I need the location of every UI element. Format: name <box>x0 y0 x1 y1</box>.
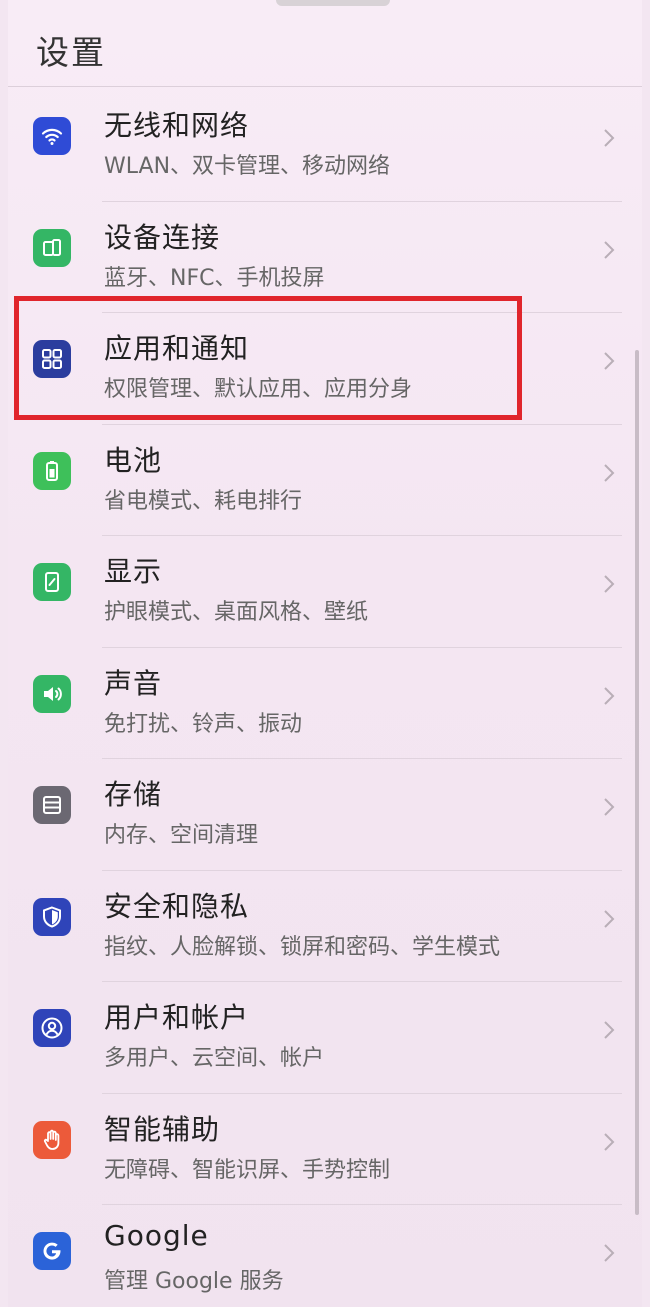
chevron-right-icon <box>604 909 615 928</box>
settings-item-apps-notifications[interactable]: 应用和通知 权限管理、默认应用、应用分身 <box>8 313 642 425</box>
hand-icon <box>33 1120 71 1159</box>
chevron-right-icon <box>604 352 615 370</box>
settings-item-title: 显示 <box>104 555 163 588</box>
chevron-right-icon <box>604 240 615 259</box>
chevron-right-icon <box>604 463 615 482</box>
settings-item-display[interactable]: 显示 护眼模式、桌面风格、壁纸 <box>8 536 642 648</box>
settings-item-battery[interactable]: 电池 省电模式、耗电排行 <box>8 425 642 537</box>
storage-icon <box>33 786 71 824</box>
settings-item-google[interactable]: Google 管理 Google 服务 <box>8 1205 642 1307</box>
settings-item-title: 设备连接 <box>104 220 221 254</box>
header-divider <box>8 86 642 87</box>
settings-item-title: 声音 <box>104 666 163 700</box>
settings-item-device-connection[interactable]: 设备连接 蓝牙、NFC、手机投屏 <box>8 202 642 314</box>
wifi-icon <box>33 117 71 155</box>
settings-item-subtitle: 指纹、人脸解锁、锁屏和密码、学生模式 <box>104 934 501 960</box>
settings-item-sound[interactable]: 声音 免打扰、铃声、振动 <box>8 648 642 760</box>
settings-item-smart-assistance[interactable]: 智能辅助 无障碍、智能识屏、手势控制 <box>8 1094 642 1206</box>
display-icon <box>33 563 71 601</box>
chevron-right-icon <box>604 1021 615 1039</box>
google-icon <box>33 1232 71 1270</box>
device-connection-icon <box>33 228 71 267</box>
settings-list: 无线和网络 WLAN、双卡管理、移动网络 设备连接 蓝牙、NFC、手机投屏 应用… <box>8 90 642 1307</box>
chevron-right-icon <box>604 686 615 705</box>
shield-icon <box>33 897 71 936</box>
settings-item-title: 存储 <box>104 778 163 811</box>
settings-item-security-privacy[interactable]: 安全和隐私 指纹、人脸解锁、锁屏和密码、学生模式 <box>8 871 642 983</box>
settings-screen: 设置 无线和网络 WLAN、双卡管理、移动网络 设备连接 蓝牙、NFC、手机投屏… <box>8 0 642 1307</box>
settings-item-title: 电池 <box>104 443 163 477</box>
status-notch <box>276 0 390 6</box>
chevron-right-icon <box>604 575 615 593</box>
settings-item-title: 安全和隐私 <box>104 889 250 923</box>
settings-item-users-accounts[interactable]: 用户和帐户 多用户、云空间、帐户 <box>8 982 642 1094</box>
settings-item-subtitle: 省电模式、耗电排行 <box>104 488 303 514</box>
settings-item-subtitle: 权限管理、默认应用、应用分身 <box>104 377 413 402</box>
settings-item-subtitle: WLAN、双卡管理、移动网络 <box>104 154 391 179</box>
settings-item-title: 智能辅助 <box>104 1112 221 1146</box>
settings-item-storage[interactable]: 存储 内存、空间清理 <box>8 759 642 871</box>
settings-item-title: 无线和网络 <box>104 109 250 142</box>
user-icon <box>33 1009 71 1047</box>
chevron-right-icon <box>604 798 615 816</box>
settings-item-title: 应用和通知 <box>104 332 250 365</box>
settings-item-subtitle: 内存、空间清理 <box>104 823 259 848</box>
settings-item-wireless-network[interactable]: 无线和网络 WLAN、双卡管理、移动网络 <box>8 90 642 202</box>
settings-item-subtitle: 免打扰、铃声、振动 <box>104 711 303 737</box>
settings-item-subtitle: 蓝牙、NFC、手机投屏 <box>104 265 325 291</box>
settings-item-title: Google <box>104 1219 209 1252</box>
settings-item-subtitle: 无障碍、智能识屏、手势控制 <box>104 1157 391 1183</box>
chevron-right-icon <box>604 1244 615 1262</box>
settings-item-title: 用户和帐户 <box>104 1001 250 1034</box>
settings-item-subtitle: 多用户、云空间、帐户 <box>104 1046 325 1071</box>
scrollbar[interactable] <box>635 350 639 1215</box>
settings-item-subtitle: 护眼模式、桌面风格、壁纸 <box>104 600 369 625</box>
settings-item-subtitle: 管理 Google 服务 <box>104 1269 284 1294</box>
chevron-right-icon <box>604 1132 615 1151</box>
battery-icon <box>33 451 71 490</box>
speaker-icon <box>33 674 71 713</box>
chevron-right-icon <box>604 129 615 147</box>
apps-grid-icon <box>33 340 71 378</box>
page-title: 设置 <box>36 33 106 72</box>
